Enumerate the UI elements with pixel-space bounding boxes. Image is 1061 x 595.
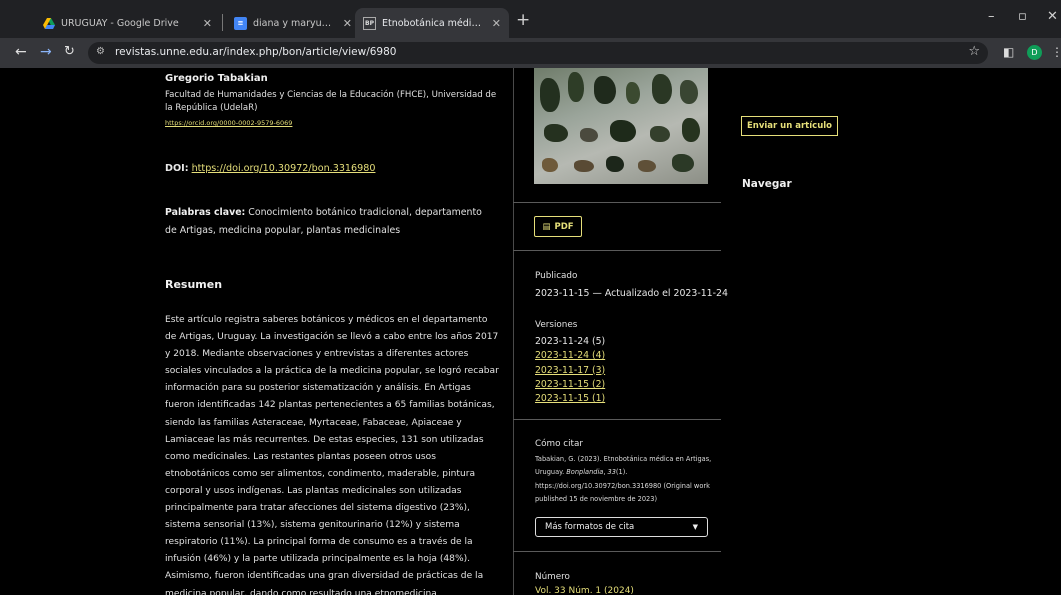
version-link[interactable]: 2023-11-15 (1) xyxy=(535,392,605,406)
address-bar[interactable]: ⚙ revistas.unne.edu.ar/index.php/bon/art… xyxy=(88,42,988,64)
pdf-file-icon: ▤ xyxy=(542,221,551,232)
published-value: 2023-11-15 — Actualizado el 2023-11-24 xyxy=(535,288,728,299)
tab-etnobotanica[interactable]: BP Etnobotánica médica en Artiga ✕ xyxy=(355,8,509,38)
citation-journal: Bonplandia xyxy=(566,468,604,477)
pdf-button-label: PDF xyxy=(554,221,574,232)
divider xyxy=(513,250,721,251)
divider xyxy=(513,551,721,552)
minimize-icon[interactable]: – xyxy=(988,9,995,24)
profile-avatar[interactable]: D xyxy=(1027,45,1042,60)
menu-icon[interactable]: ⋮ xyxy=(1051,45,1061,59)
cover-image[interactable] xyxy=(534,68,708,184)
version-current: 2023-11-24 (5) xyxy=(535,336,606,347)
reload-icon[interactable]: ↻ xyxy=(64,44,75,59)
cite-formats-dropdown[interactable]: Más formatos de cita ▼ xyxy=(535,517,708,537)
divider xyxy=(513,202,721,203)
abstract-heading: Resumen xyxy=(165,278,223,291)
google-docs-icon: ≡ xyxy=(234,16,247,30)
restore-icon[interactable]: ▫ xyxy=(1018,9,1027,24)
orcid-link[interactable]: https://orcid.org/0000-0002-9579-6069 xyxy=(165,119,292,127)
version-link[interactable]: 2023-11-24 (4) xyxy=(535,349,605,363)
abstract-text: Este artículo registra saberes botánicos… xyxy=(165,315,499,595)
submit-article-button[interactable]: Enviar un artículo xyxy=(741,116,838,136)
url-text: revistas.unne.edu.ar/index.php/bon/artic… xyxy=(115,46,397,58)
cite-formats-label: Más formatos de cita xyxy=(545,522,635,532)
tab-strip: URUGUAY - Google Drive ✕ ≡ diana y maryu… xyxy=(0,0,1061,40)
forward-icon[interactable]: → xyxy=(40,44,52,60)
versions-label: Versiones xyxy=(535,320,578,330)
cite-label: Cómo citar xyxy=(535,439,584,449)
doi-label: DOI: xyxy=(165,163,189,174)
version-link[interactable]: 2023-11-17 (3) xyxy=(535,364,605,378)
versions-list: 2023-11-24 (5) 2023-11-24 (4) 2023-11-17… xyxy=(535,335,605,406)
tab-separator xyxy=(222,14,223,31)
citation-volume: 33 xyxy=(607,468,616,477)
close-icon[interactable]: ✕ xyxy=(203,17,212,30)
side-panel-icon[interactable]: ◧ xyxy=(1003,45,1014,59)
doi-link[interactable]: https://doi.org/10.30972/bon.3316980 xyxy=(192,163,376,174)
tab-label: Etnobotánica médica en Artiga xyxy=(382,17,484,29)
keywords: Palabras clave: Conocimiento botánico tr… xyxy=(165,204,495,240)
google-drive-icon xyxy=(42,17,55,30)
version-link[interactable]: 2023-11-15 (2) xyxy=(535,378,605,392)
divider xyxy=(513,419,721,420)
article-page: Gregorio Tabakian Facultad de Humanidade… xyxy=(0,68,1061,595)
chevron-down-icon: ▼ xyxy=(692,523,698,531)
new-tab-icon[interactable]: + xyxy=(516,10,530,30)
tab-label: URUGUAY - Google Drive xyxy=(61,17,179,29)
browse-heading: Navegar xyxy=(742,178,792,190)
citation-text: Tabakian, G. (2023). Etnobotánica médica… xyxy=(535,453,715,506)
issue-label: Número xyxy=(535,572,570,582)
site-favicon: BP xyxy=(363,16,376,30)
published-label: Publicado xyxy=(535,271,578,281)
tab-label: diana y maryuri 2023.docx - Doc xyxy=(253,17,335,29)
author-name: Gregorio Tabakian xyxy=(165,73,268,84)
pdf-download-button[interactable]: ▤ PDF xyxy=(534,216,582,237)
author-affiliation: Facultad de Humanidades y Ciencias de la… xyxy=(165,90,497,113)
keywords-label: Palabras clave: xyxy=(165,207,246,218)
doi-line: DOI: https://doi.org/10.30972/bon.331698… xyxy=(165,163,375,174)
site-info-icon[interactable]: ⚙ xyxy=(96,46,105,57)
bookmark-star-icon[interactable]: ☆ xyxy=(968,44,980,59)
tab-google-drive[interactable]: URUGUAY - Google Drive ✕ xyxy=(34,8,220,38)
browser-toolbar: ← → ↻ ⚙ revistas.unne.edu.ar/index.php/b… xyxy=(0,38,1061,68)
issue-link[interactable]: Vol. 33 Núm. 1 (2024) xyxy=(535,586,634,595)
window-close-icon[interactable]: ✕ xyxy=(1047,9,1058,24)
column-divider xyxy=(513,68,514,595)
close-icon[interactable]: ✕ xyxy=(343,17,352,30)
back-icon[interactable]: ← xyxy=(15,44,27,60)
close-icon[interactable]: ✕ xyxy=(492,17,501,30)
tab-google-docs[interactable]: ≡ diana y maryuri 2023.docx - Doc ✕ xyxy=(226,8,360,38)
